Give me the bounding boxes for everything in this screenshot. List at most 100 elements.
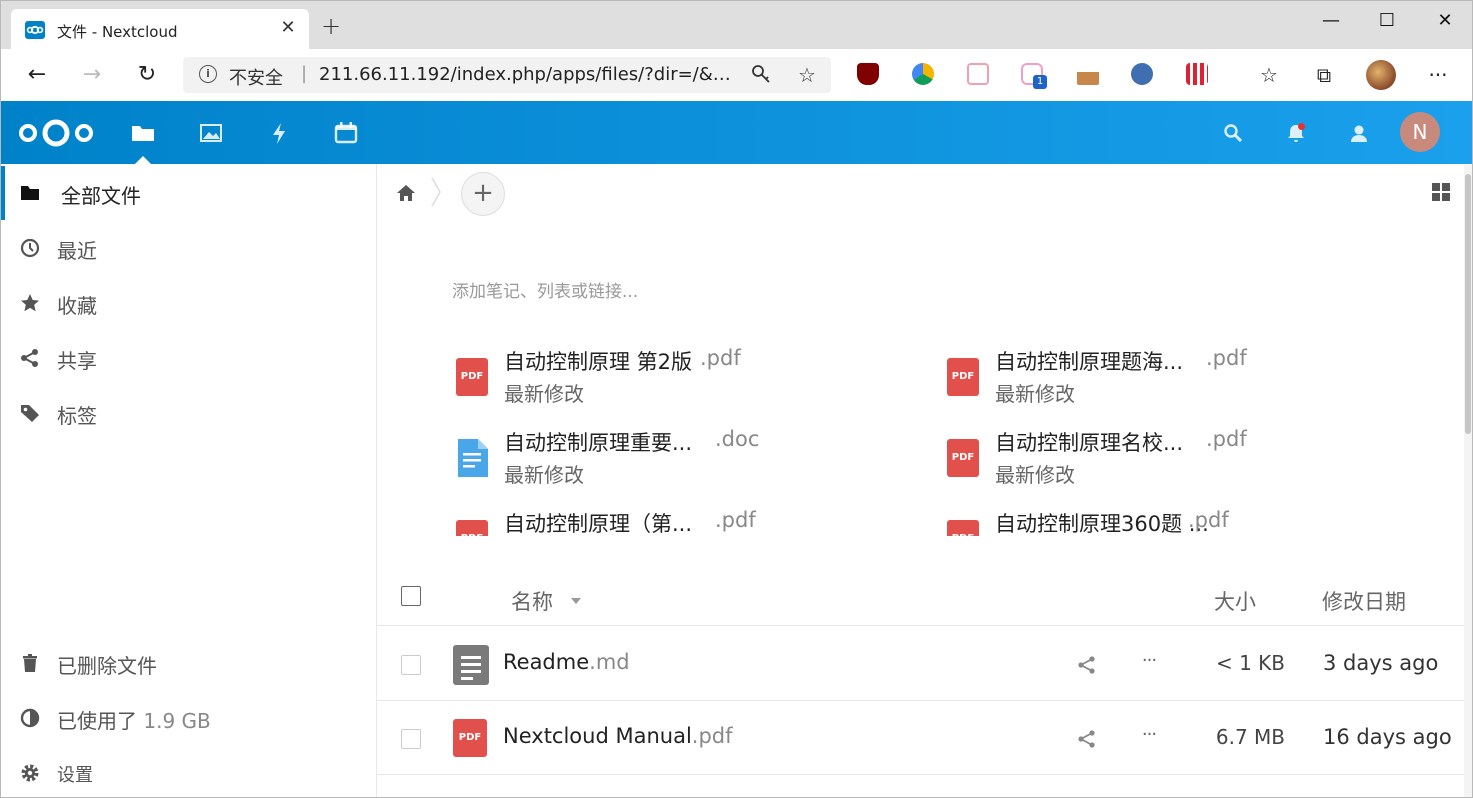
pdf-file-icon: PDF (947, 439, 979, 477)
file-size: < 1 KB (1215, 651, 1285, 675)
table-row[interactable]: Readme.md ··· < 1 KB 3 days ago (377, 627, 1472, 701)
gear-icon (19, 762, 41, 784)
settings-label: 设置 (57, 765, 93, 786)
sidebar-quota[interactable]: 已使用了 1.9 GB (1, 691, 376, 745)
file-name[interactable]: Readme.md (503, 650, 630, 674)
extension-icon[interactable] (912, 63, 934, 85)
sidebar-item-trash[interactable]: 已删除文件 (1, 636, 376, 690)
file-name[interactable]: Nextcloud Manual.pdf (503, 724, 733, 748)
sidebar-item-all-files[interactable]: 全部文件 (1, 166, 376, 220)
share-icon[interactable] (1077, 655, 1097, 675)
recent-file-name: 自动控制原理名校... (995, 431, 1184, 455)
column-name[interactable]: 名称 (511, 586, 553, 616)
ublock-icon[interactable] (857, 63, 879, 85)
grid-view-icon[interactable] (1431, 182, 1451, 202)
pdf-label: PDF (456, 358, 488, 396)
more-icon[interactable]: ··· (1424, 61, 1452, 89)
recent-file-item[interactable]: PDF 自动控制原理360题 ... .pdf (944, 502, 1353, 536)
recent-file-sub: 最新修改 (995, 463, 1075, 487)
tab-nextcloud[interactable]: 文件 - Nextcloud ✕ (11, 9, 309, 49)
tab-close-icon[interactable]: ✕ (277, 17, 299, 39)
recent-file-name: 自动控制原理 第2版 (504, 350, 693, 374)
sidebar-item-tags[interactable]: 标签 (1, 386, 376, 440)
more-actions-icon[interactable]: ··· (1137, 725, 1161, 749)
minimize-button[interactable]: — (1311, 9, 1351, 33)
sidebar-item-shares[interactable]: 共享 (1, 331, 376, 385)
forward-button[interactable]: → (78, 61, 106, 89)
star-icon (19, 292, 41, 314)
reload-button[interactable]: ↻ (133, 61, 161, 89)
recent-files-list: PDF 自动控制原理 第2版 .pdf 最新修改 PDF 自动控制原理题海...… (453, 340, 1353, 536)
nextcloud-favicon-icon (25, 21, 45, 39)
recent-file-ext: .pdf (1206, 427, 1247, 451)
close-window-button[interactable]: ✕ (1425, 9, 1465, 33)
recent-file-ext: .pdf (700, 346, 741, 370)
sidebar-item-label: 共享 (57, 349, 97, 373)
recent-file-ext: .doc (715, 427, 760, 451)
activity-app-icon[interactable] (265, 119, 293, 147)
profile-avatar[interactable] (1366, 60, 1396, 90)
sidebar-item-recent[interactable]: 最近 (1, 221, 376, 275)
trash-icon (19, 652, 41, 674)
pdf-label: PDF (947, 439, 979, 477)
doc-file-icon (456, 439, 488, 477)
row-checkbox[interactable] (401, 729, 421, 749)
folder-icon (19, 182, 41, 204)
favorite-star-icon[interactable]: ☆ (795, 63, 819, 87)
maximize-button[interactable]: ☐ (1367, 9, 1407, 33)
qrcode-icon[interactable] (1186, 63, 1208, 85)
recent-file-name: 自动控制原理360题 ... (995, 512, 1209, 536)
files-app-icon[interactable] (129, 119, 157, 147)
favorites-icon[interactable]: ☆ (1255, 61, 1283, 89)
column-size[interactable]: 大小 (1214, 586, 1256, 616)
cat-icon[interactable]: 1 (1021, 63, 1047, 89)
recent-file-item[interactable]: PDF 自动控制原理题海... .pdf 最新修改 (944, 340, 1353, 412)
recent-file-item[interactable]: 自动控制原理重要... .doc 最新修改 (453, 421, 893, 493)
nextcloud-logo-icon[interactable] (17, 117, 95, 153)
sidebar-item-favorites[interactable]: 收藏 (1, 276, 376, 330)
recent-file-name: 自动控制原理（第... (504, 512, 693, 536)
tag-icon (19, 402, 41, 424)
search-icon[interactable] (1221, 121, 1245, 145)
file-basename: Readme (503, 650, 590, 674)
sort-down-icon[interactable] (571, 598, 581, 604)
recent-file-sub: 最新修改 (504, 382, 584, 406)
url-text[interactable]: 211.66.11.192/index.php/apps/files/?dir=… (319, 64, 739, 85)
row-checkbox[interactable] (401, 655, 421, 675)
user-avatar[interactable]: N (1400, 112, 1440, 152)
pdf-label: PDF (456, 520, 488, 536)
back-button[interactable]: ← (23, 61, 51, 89)
tree-icon[interactable] (1077, 63, 1099, 85)
scrollbar-thumb[interactable] (1465, 174, 1471, 434)
sidebar-item-label: 全部文件 (61, 184, 141, 208)
calendar-app-icon[interactable] (332, 119, 360, 147)
rich-workspace-input[interactable]: 添加笔记、列表或链接... (452, 277, 638, 302)
select-all-checkbox[interactable] (401, 586, 421, 606)
sidebar-settings[interactable]: 设置 (1, 746, 376, 797)
recent-file-item[interactable]: PDF 自动控制原理名校... .pdf 最新修改 (944, 421, 1353, 493)
column-modified[interactable]: 修改日期 (1322, 586, 1406, 616)
table-row[interactable]: PDF Nextcloud Manual.pdf ··· 6.7 MB 16 d… (377, 701, 1472, 775)
share-icon[interactable] (1077, 729, 1097, 749)
collections-icon[interactable]: ⧉ (1310, 61, 1338, 89)
recent-file-item[interactable]: PDF 自动控制原理 第2版 .pdf 最新修改 (453, 340, 893, 412)
photos-app-icon[interactable] (197, 119, 225, 147)
tab-strip: 文件 - Nextcloud ✕ + — ☐ ✕ (1, 1, 1472, 49)
new-file-button[interactable]: + (461, 172, 505, 216)
address-bar[interactable]: i 不安全 | 211.66.11.192/index.php/apps/fil… (183, 57, 831, 93)
pdf-label: PDF (947, 358, 979, 396)
home-icon[interactable] (395, 182, 417, 204)
content-scrollbar[interactable] (1464, 164, 1472, 797)
info-icon[interactable]: i (199, 65, 217, 83)
recent-file-item[interactable]: PDF 自动控制原理（第... .pdf (453, 502, 893, 536)
new-tab-button[interactable]: + (319, 14, 343, 39)
glasses-icon[interactable] (1131, 63, 1153, 85)
key-icon[interactable] (749, 63, 773, 87)
more-actions-icon[interactable]: ··· (1137, 651, 1161, 675)
nextcloud-header: N (1, 101, 1472, 164)
file-size: 6.7 MB (1215, 725, 1285, 749)
tv-icon[interactable] (967, 63, 989, 85)
recent-file-sub: 最新修改 (995, 382, 1075, 406)
contacts-icon[interactable] (1347, 121, 1371, 145)
notifications-icon[interactable] (1284, 121, 1308, 145)
